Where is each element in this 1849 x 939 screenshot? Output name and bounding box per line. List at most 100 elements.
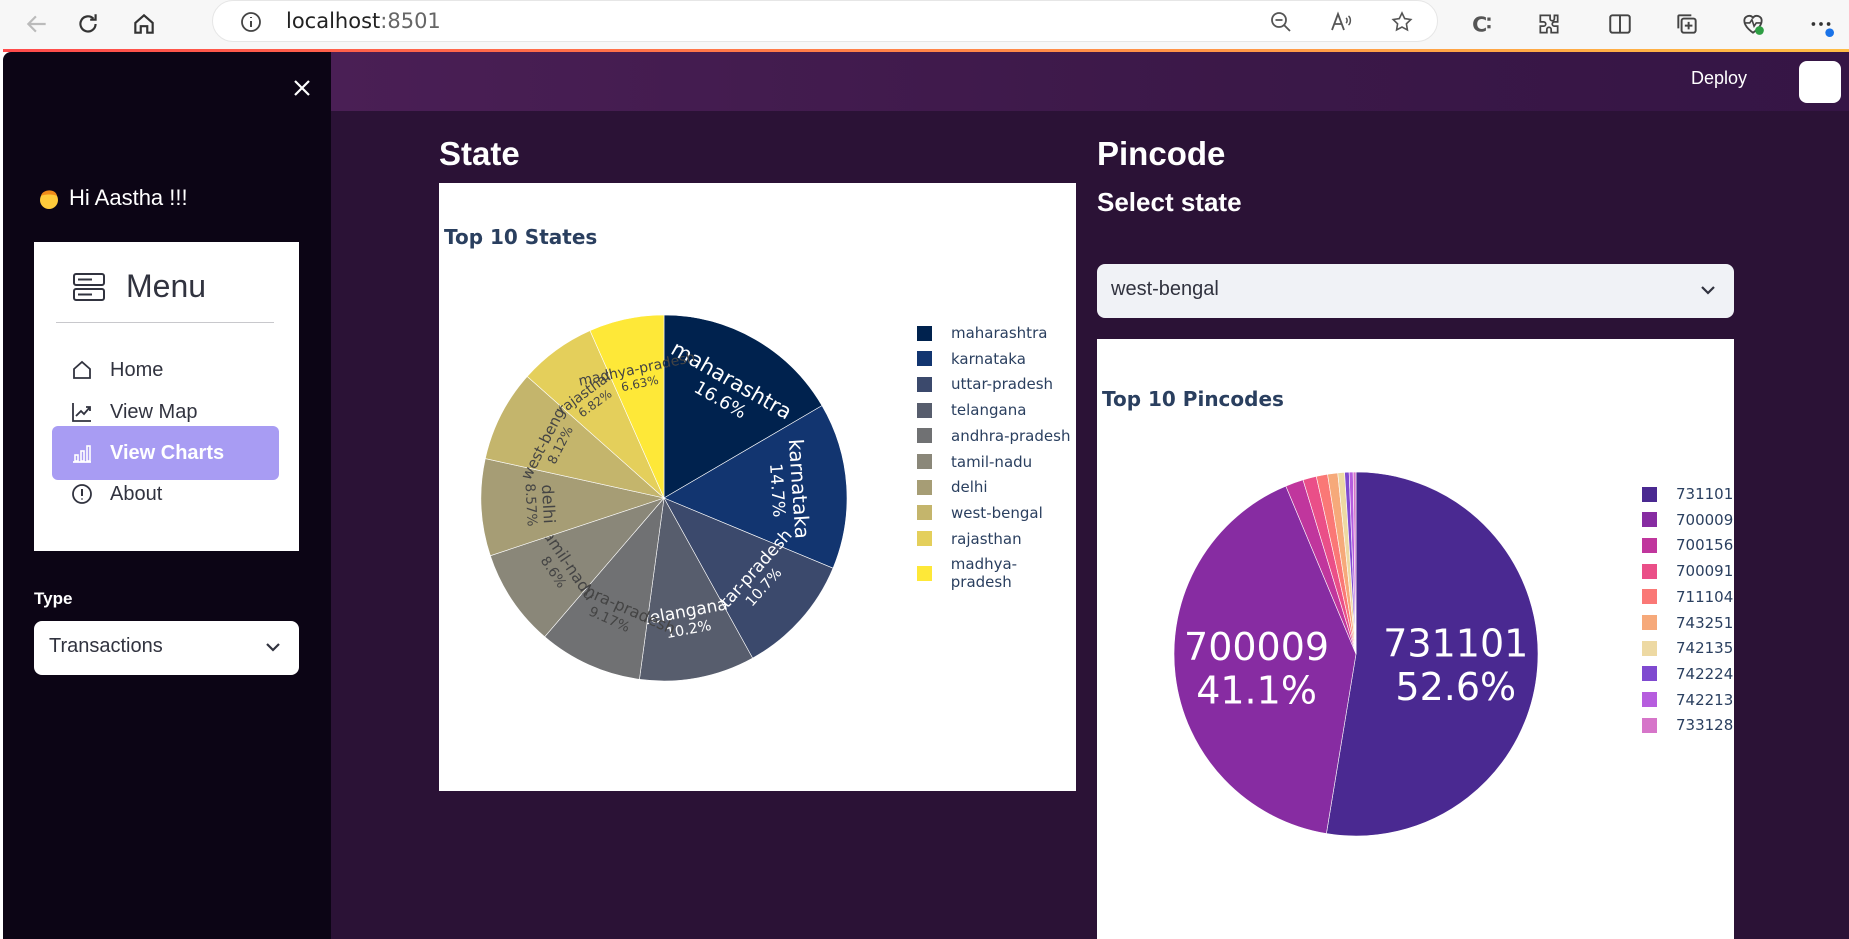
menu-item-label: View Map: [110, 400, 198, 423]
legend-swatch: [917, 351, 932, 367]
zoom-out-icon[interactable]: [1266, 7, 1296, 37]
legend-swatch: [1642, 640, 1657, 656]
legend-swatch: [917, 479, 932, 495]
bar-chart-icon: [73, 445, 91, 463]
main-menu-button[interactable]: [1799, 61, 1841, 103]
legend-swatch: [917, 376, 932, 392]
graph-up-icon: [72, 403, 91, 422]
legend-item[interactable]: telangana: [917, 401, 1026, 419]
legend-item[interactable]: madhya-pradesh: [917, 555, 1076, 591]
menu-app-indicator-icon: [72, 272, 106, 302]
legend-label: 743251: [1676, 613, 1734, 632]
legend-label: west-bengal: [951, 503, 1043, 522]
svg-text:C: C: [1472, 13, 1487, 37]
back-icon[interactable]: [17, 4, 57, 44]
close-sidebar-icon[interactable]: [286, 72, 318, 104]
exclamation-circle-icon: [72, 484, 92, 504]
legend-swatch: [1642, 537, 1657, 553]
legend-item[interactable]: 731101: [1642, 485, 1733, 503]
legend-swatch: [1642, 692, 1657, 708]
pincode-pie-chart: 731101 52.6% 700009 41.1%: [1173, 471, 1539, 837]
pincode-chart-card: Top 10 Pincodes 731101 52.6% 700009 41.1% 7…: [1097, 339, 1734, 939]
chevron-down-icon: [266, 643, 280, 652]
menu-divider: [56, 322, 274, 323]
legend-label: andhra-pradesh: [951, 426, 1071, 445]
legend-label: rajasthan: [951, 529, 1022, 548]
browser-toolbar: localhost:8501 C: [0, 0, 1849, 50]
person-emoji-icon: [37, 185, 61, 211]
legend-label: delhi: [951, 478, 988, 497]
legend-item[interactable]: uttar-pradesh: [917, 375, 1053, 393]
slice-label-delhi: delhi8.57%: [522, 482, 560, 527]
option-menu: Menu Home View Map View Charts About: [34, 242, 299, 551]
legend-swatch: [917, 565, 932, 581]
favorite-star-icon[interactable]: [1387, 7, 1417, 37]
site-info-icon[interactable]: [236, 7, 266, 37]
read-aloud-icon[interactable]: [1326, 7, 1356, 37]
legend-item[interactable]: west-bengal: [917, 504, 1043, 522]
legend-item[interactable]: 742135: [1642, 639, 1733, 657]
legend-item[interactable]: maharashtra: [917, 324, 1047, 342]
menu-item-about[interactable]: About: [52, 467, 279, 521]
house-icon: [73, 360, 91, 379]
main-area: Deploy State Top 10 States maharashtra16…: [331, 52, 1849, 939]
type-label: Type: [34, 589, 73, 608]
legend-swatch: [917, 454, 932, 469]
app-header: Deploy: [331, 52, 1849, 111]
legend-item[interactable]: andhra-pradesh: [917, 427, 1070, 445]
legend-item[interactable]: 711104: [1642, 588, 1733, 606]
legend-swatch: [917, 325, 932, 341]
legend-item[interactable]: rajasthan: [917, 530, 1022, 548]
legend-item[interactable]: 743251: [1642, 614, 1733, 632]
legend-swatch: [1642, 666, 1657, 682]
split-screen-icon[interactable]: [1600, 4, 1640, 44]
legend-swatch: [1642, 563, 1657, 579]
legend-item[interactable]: 742224: [1642, 665, 1733, 683]
legend-label: madhya-pradesh: [950, 555, 1018, 592]
legend-label: 700009: [1676, 510, 1734, 529]
menu-title: Menu: [126, 268, 207, 304]
browser-essentials-icon[interactable]: [1733, 4, 1773, 44]
address-bar[interactable]: localhost:8501: [212, 0, 1438, 42]
legend-swatch: [1642, 615, 1657, 630]
state-chart-card: Top 10 States maharashtra16.6% karnataka1…: [439, 183, 1076, 791]
legend-item[interactable]: 700156: [1642, 536, 1733, 554]
copilot-icon[interactable]: C: [1463, 4, 1503, 44]
legend-label: 711104: [1676, 587, 1734, 606]
sidebar: Hi Aastha !!! Menu Home View Map View Ch…: [3, 52, 331, 939]
legend-item[interactable]: delhi: [917, 478, 988, 496]
slice-label-731101: 731101 52.6%: [1383, 621, 1528, 709]
more-options-icon[interactable]: [1801, 4, 1841, 44]
legend-label: telangana: [951, 401, 1027, 420]
deploy-button[interactable]: Deploy: [1691, 68, 1747, 89]
legend-label: 700156: [1676, 536, 1734, 555]
legend-swatch: [917, 531, 932, 547]
legend-item[interactable]: karnataka: [917, 350, 1026, 368]
legend-item[interactable]: 700091: [1642, 562, 1733, 580]
type-select[interactable]: Transactions: [34, 621, 299, 675]
select-state-label: Select state: [1097, 187, 1242, 217]
legend-item[interactable]: 733128: [1642, 716, 1733, 734]
legend-item[interactable]: 742213: [1642, 691, 1733, 709]
legend-label: 733128: [1676, 716, 1734, 735]
legend-item[interactable]: tamil-nadu: [917, 453, 1032, 471]
menu-item-label: Home: [110, 358, 164, 381]
collections-icon[interactable]: [1667, 4, 1707, 44]
legend-item[interactable]: 700009: [1642, 511, 1733, 529]
legend-label: karnataka: [951, 349, 1026, 368]
legend-swatch: [1642, 717, 1657, 733]
state-select[interactable]: west-bengal: [1097, 264, 1734, 318]
legend-swatch: [917, 505, 932, 521]
legend-swatch: [1642, 486, 1657, 502]
legend-label: 742135: [1676, 639, 1734, 658]
state-title: State: [439, 135, 520, 172]
greeting-text: Hi Aastha !!!: [69, 185, 188, 210]
home-icon[interactable]: [124, 4, 164, 44]
legend-swatch: [1642, 589, 1657, 605]
menu-item-label: About: [110, 482, 163, 505]
refresh-icon[interactable]: [68, 4, 108, 44]
legend-swatch: [1642, 512, 1657, 528]
extensions-icon[interactable]: [1529, 4, 1569, 44]
greeting: Hi Aastha !!!: [37, 185, 188, 211]
url-text: localhost:8501: [286, 9, 441, 33]
